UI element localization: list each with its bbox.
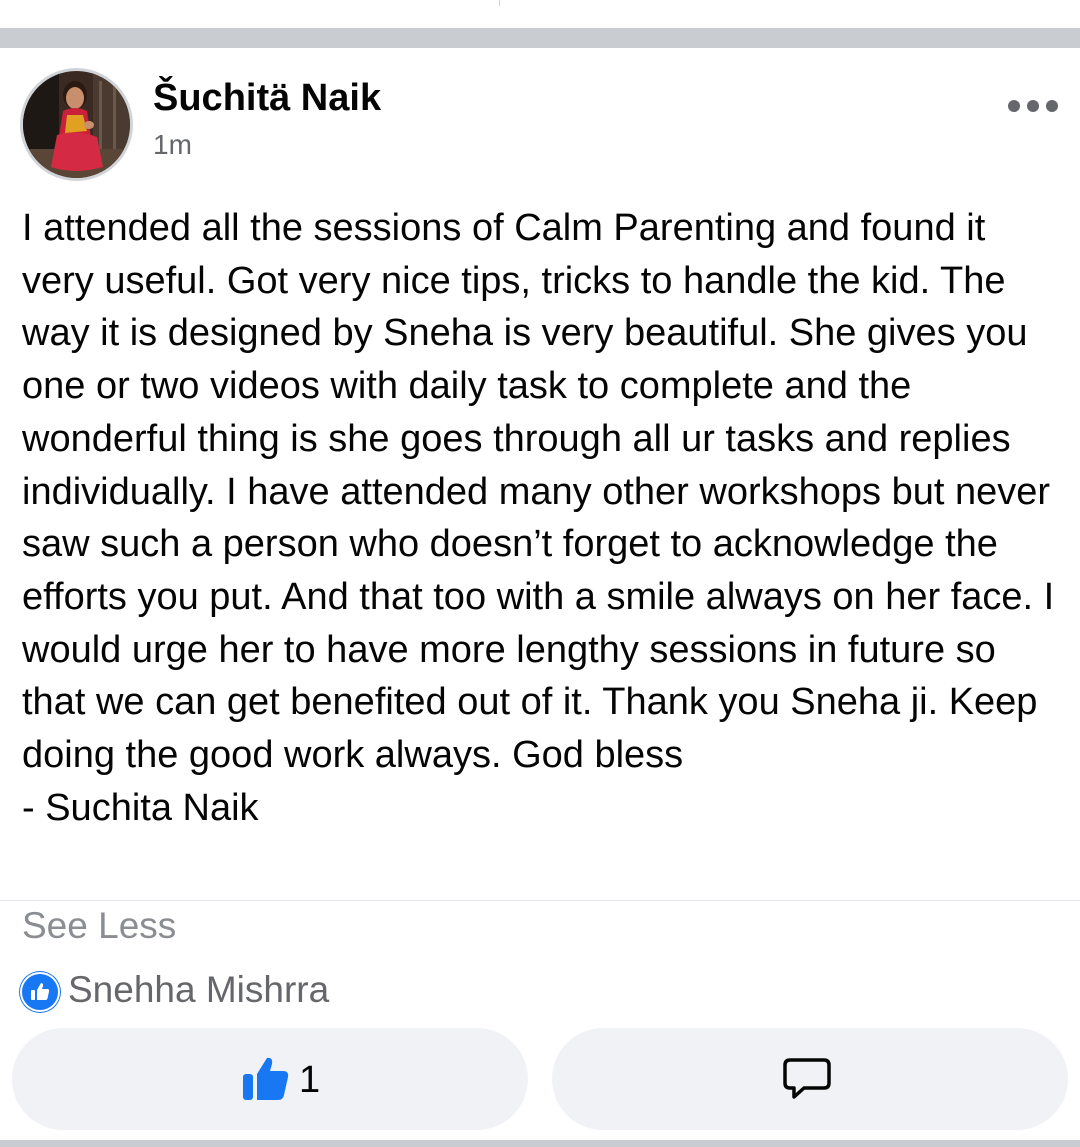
like-badge-icon [20,972,60,1012]
content-divider [0,900,1080,901]
more-dot [1046,100,1058,112]
thumbs-up-icon [243,1057,289,1100]
author-avatar[interactable] [20,68,133,181]
comment-button[interactable] [552,1028,1068,1130]
like-button[interactable]: 1 [12,1028,528,1130]
post-timestamp[interactable]: 1m [153,128,192,162]
avatar-photo [23,71,130,178]
post-body-text: I attended all the sessions of Calm Pare… [22,207,1055,829]
top-strip [0,0,1080,28]
like-count: 1 [299,1059,321,1101]
top-divider-tick [499,0,500,6]
liker-name[interactable]: Snehha Mishrra [68,966,329,1014]
feed-separator [0,28,1080,48]
more-options-icon[interactable] [1008,92,1064,120]
see-less-link[interactable]: See Less [22,903,176,949]
comment-icon [783,1058,831,1099]
more-dot [1027,100,1039,112]
author-name[interactable]: Šuchitä Naik [153,76,381,120]
more-dot [1008,100,1020,112]
bottom-separator [0,1140,1080,1147]
thumbs-up-icon [31,983,50,1000]
